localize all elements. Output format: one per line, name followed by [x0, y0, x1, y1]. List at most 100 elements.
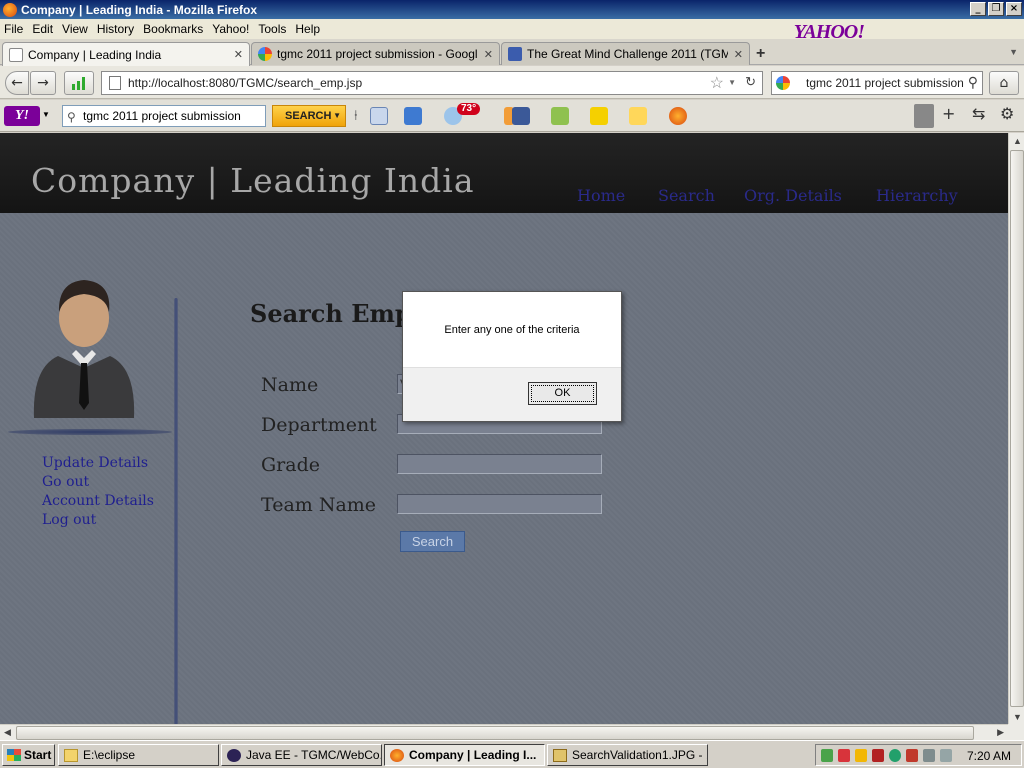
scroll-up-icon[interactable]: ▲ — [1013, 136, 1022, 146]
horizontal-scrollbar[interactable]: ◀ ▶ — [0, 724, 1008, 740]
link-update-details[interactable]: Update Details — [42, 455, 148, 471]
task-label: Java EE - TGMC/WebCo... — [246, 748, 382, 762]
page-heading: Search Emp — [250, 299, 412, 328]
nav-search[interactable]: Search — [658, 186, 715, 205]
tray-antivirus-icon[interactable] — [838, 749, 850, 762]
menu-help[interactable]: Help — [295, 22, 320, 36]
window-titlebar: Company | Leading India - Mozilla Firefo… — [0, 0, 1024, 19]
forward-button[interactable]: → — [30, 71, 56, 95]
menu-file[interactable]: File — [4, 22, 23, 36]
bookmark-star-icon[interactable]: ☆ — [710, 73, 724, 93]
menu-history[interactable]: History — [97, 22, 134, 36]
close-window-button[interactable]: × — [1006, 2, 1022, 16]
mail-icon[interactable] — [404, 107, 422, 125]
scroll-left-icon[interactable]: ◀ — [4, 727, 11, 738]
label-grade: Grade — [261, 454, 320, 476]
photo-icon[interactable] — [551, 107, 569, 125]
menu-bar: File Edit View History Bookmarks Yahoo! … — [0, 19, 1024, 43]
google-icon[interactable] — [776, 76, 790, 90]
scroll-down-icon[interactable]: ▼ — [1013, 712, 1022, 722]
window-controls: _ ❐ × — [970, 2, 1022, 16]
chevron-down-icon[interactable]: ▼ — [42, 110, 50, 119]
team-name-input[interactable] — [397, 494, 602, 514]
nav-hierarchy[interactable]: Hierarchy — [876, 186, 958, 205]
task-firefox[interactable]: Company | Leading I... — [384, 744, 545, 766]
tab-label: tgmc 2011 project submission - Google S.… — [277, 47, 478, 61]
task-eclipse-ide[interactable]: Java EE - TGMC/WebCo... — [221, 744, 382, 766]
google-icon — [258, 47, 272, 61]
vertical-scroll-thumb[interactable] — [1010, 150, 1024, 707]
label-team-name: Team Name — [261, 494, 377, 516]
alert-dialog: Enter any one of the criteria OK — [402, 291, 622, 422]
tray-volume-icon[interactable] — [940, 749, 952, 762]
folder-icon — [64, 748, 78, 762]
firefox-icon — [390, 748, 404, 762]
new-tab-button[interactable]: + — [756, 45, 765, 63]
windows-logo-icon — [7, 749, 21, 761]
firefox-icon — [3, 2, 17, 17]
ebay-icon[interactable] — [590, 107, 608, 125]
tray-mail-icon[interactable] — [872, 749, 884, 762]
url-dropdown-icon[interactable]: ▼ — [728, 78, 736, 87]
list-all-tabs-icon[interactable]: ▼ — [1009, 47, 1018, 57]
yahoo-search-input[interactable]: ⚲ tgmc 2011 project submission — [62, 105, 266, 127]
home-button[interactable]: ⌂ — [989, 71, 1019, 95]
tray-tool-icon[interactable] — [923, 749, 935, 762]
facebook-icon[interactable] — [512, 107, 530, 125]
search-icon[interactable]: ⚲ — [968, 74, 978, 91]
maximize-button[interactable]: ❐ — [988, 2, 1004, 16]
gear-icon[interactable]: ⚙ — [1000, 104, 1014, 123]
menu-bookmarks[interactable]: Bookmarks — [143, 22, 203, 36]
task-paint[interactable]: SearchValidation1.JPG - ... — [547, 744, 708, 766]
page-viewport: Company | Leading India Home Search Org.… — [0, 133, 1008, 724]
ok-button[interactable]: OK — [528, 382, 597, 405]
horizontal-scroll-thumb[interactable] — [16, 726, 974, 740]
search-employee-button[interactable]: Search — [400, 531, 465, 552]
tray-update-icon[interactable] — [889, 749, 901, 762]
nav-home[interactable]: Home — [577, 186, 625, 205]
plus-icon[interactable]: + — [942, 104, 955, 123]
list-icon[interactable] — [914, 104, 934, 128]
signal-bars-icon — [72, 77, 85, 90]
link-log-out[interactable]: Log out — [42, 512, 96, 528]
grade-input[interactable] — [397, 454, 602, 474]
menu-edit[interactable]: Edit — [32, 22, 53, 36]
link-go-out[interactable]: Go out — [42, 474, 89, 490]
firefox-icon[interactable] — [669, 107, 687, 125]
yahoo-search-button[interactable]: SEARCH ▼ — [272, 105, 346, 127]
tab-company[interactable]: Company | Leading India ✕ — [2, 42, 250, 66]
tab-google-search[interactable]: tgmc 2011 project submission - Google S.… — [251, 42, 500, 65]
clipboard-icon[interactable] — [629, 107, 647, 125]
reload-icon[interactable]: ↻ — [745, 74, 756, 90]
menu-view[interactable]: View — [62, 22, 88, 36]
tray-shield-icon[interactable] — [906, 749, 918, 762]
start-label: Start — [24, 748, 52, 762]
search-bar[interactable]: tgmc 2011 project submission ⚲ — [771, 71, 983, 95]
start-button[interactable]: Start — [2, 744, 55, 766]
swap-arrows-icon[interactable]: ⇆ — [972, 104, 985, 123]
scroll-right-icon[interactable]: ▶ — [997, 727, 1004, 738]
tray-network-icon[interactable] — [821, 749, 833, 762]
menu-yahoo[interactable]: Yahoo! — [212, 22, 249, 36]
tab-tgmc[interactable]: The Great Mind Challenge 2011 (TGMC 2...… — [501, 42, 750, 65]
tray-messenger-icon[interactable] — [855, 749, 867, 762]
close-tab-icon[interactable]: ✕ — [734, 48, 743, 61]
back-button[interactable]: ← — [5, 71, 29, 95]
url-bar[interactable]: http://localhost:8080/TGMC/search_emp.js… — [101, 71, 763, 95]
vertical-scrollbar[interactable]: ▲ ▼ — [1008, 133, 1024, 724]
tab-label: Company | Leading India — [28, 47, 162, 62]
notes-icon[interactable] — [370, 107, 388, 125]
tab-bar: Company | Leading India ✕ tgmc 2011 proj… — [0, 39, 1024, 66]
alert-message: Enter any one of the criteria — [444, 324, 580, 336]
close-tab-icon[interactable]: ✕ — [484, 48, 493, 61]
menu-tools[interactable]: Tools — [258, 22, 286, 36]
close-tab-icon[interactable]: ✕ — [234, 48, 243, 61]
link-account-details[interactable]: Account Details — [42, 493, 154, 509]
signal-icon[interactable] — [64, 71, 94, 95]
pin-icon[interactable]: ⍿ — [354, 107, 364, 125]
yahoo-y-icon[interactable]: Y! — [4, 106, 40, 126]
nav-org-details[interactable]: Org. Details — [744, 186, 842, 205]
task-eclipse-folder[interactable]: E:\eclipse — [58, 744, 219, 766]
minimize-button[interactable]: _ — [970, 2, 986, 16]
task-label: E:\eclipse — [83, 748, 136, 762]
